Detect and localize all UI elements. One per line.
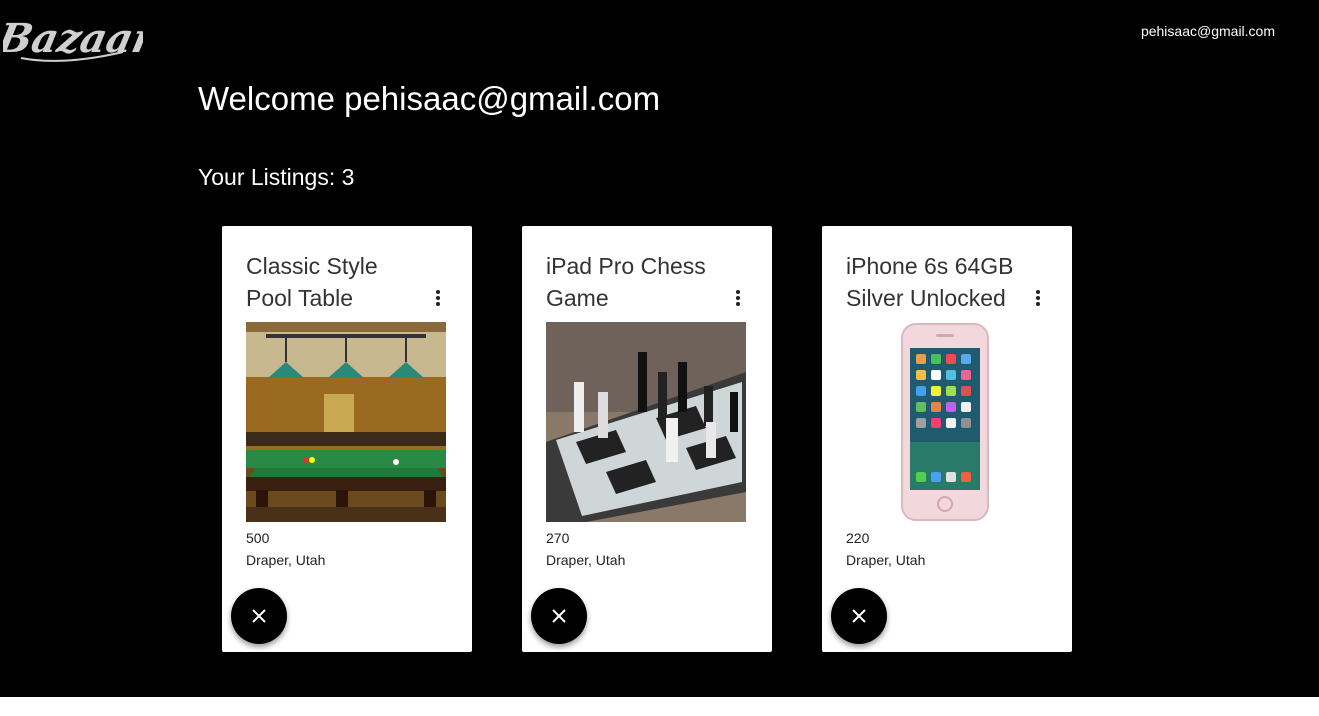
listings-count: Your Listings: 3 [198, 164, 354, 191]
iphone-photo [846, 322, 1046, 522]
pool-table-photo [246, 322, 446, 522]
delete-listing-button[interactable] [531, 588, 587, 644]
close-icon [252, 609, 266, 623]
more-vert-icon[interactable] [1030, 289, 1046, 307]
listing-title: iPhone 6s 64GB Silver Unlocked [846, 253, 1014, 311]
listing-location: Draper, Utah [246, 552, 326, 568]
more-vert-icon[interactable] [430, 289, 446, 307]
more-vert-icon[interactable] [730, 289, 746, 307]
listing-location: Draper, Utah [846, 552, 926, 568]
listing-location: Draper, Utah [546, 552, 626, 568]
bazaar-logo[interactable]: Bazaar! [0, 8, 177, 70]
listing-price: 220 [846, 530, 870, 546]
listings-count-label: Your Listings: 3 [198, 164, 355, 190]
page-background: Bazaar! pehisaac@gmail.com Welcome pehis… [0, 0, 1319, 697]
listing-card: iPad Pro Chess Game 270 Draper, Utah [522, 226, 772, 652]
close-icon [852, 609, 866, 623]
listing-card: iPhone 6s 64GB Silver Unlocked 220 Drape… [822, 226, 1072, 652]
chess-ipad-photo [546, 322, 746, 522]
listing-title: iPad Pro Chess Game [546, 253, 706, 311]
listing-title: Classic Style Pool Table [246, 253, 378, 311]
delete-listing-button[interactable] [831, 588, 887, 644]
user-email[interactable]: pehisaac@gmail.com [1141, 23, 1275, 39]
delete-listing-button[interactable] [231, 588, 287, 644]
listing-card: Classic Style Pool Table 500 Draper, Uta… [222, 226, 472, 652]
listing-price: 500 [246, 530, 270, 546]
close-icon [552, 609, 566, 623]
welcome-heading: Welcome pehisaac@gmail.com [198, 80, 661, 117]
logo-wordmark: Bazaar! [3, 14, 143, 61]
listing-price: 270 [546, 530, 570, 546]
